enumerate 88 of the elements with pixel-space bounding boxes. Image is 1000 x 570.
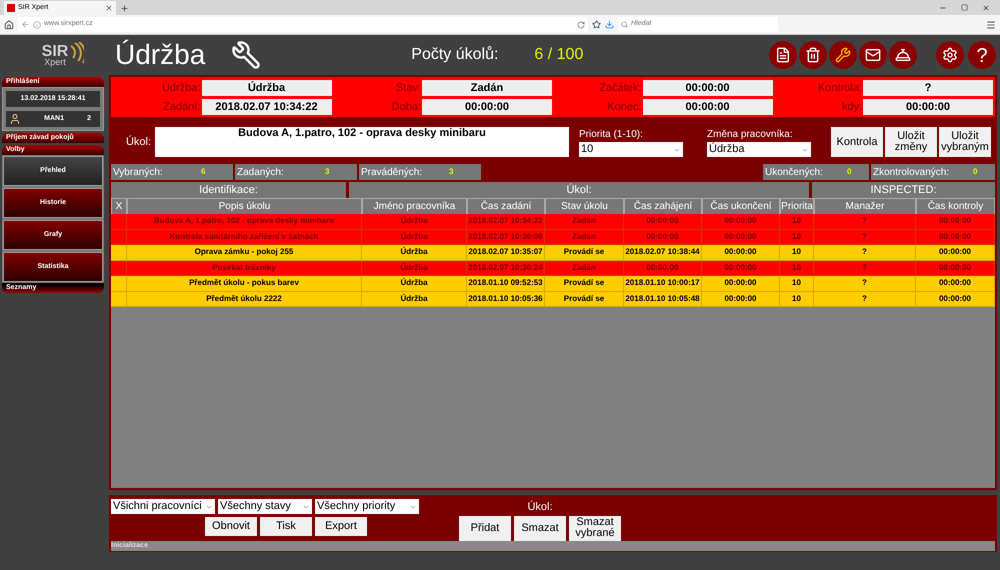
filter-select[interactable]: Všechny priority: [315, 499, 419, 514]
table-row[interactable]: Předmět úkolu - pokus barev Údržba 2018.01.10 09:52:53 Provádí se 2018.01.10 10:00:17 00:00:00 10 ? 00:00:00: [111, 276, 995, 292]
help-button[interactable]: ?: [968, 41, 996, 69]
filter-select[interactable]: Všichni pracovníci: [111, 499, 215, 514]
field-label: Doba:: [392, 100, 421, 114]
settings-button[interactable]: [936, 41, 964, 69]
action-button[interactable]: Tisk: [260, 517, 312, 536]
action-button[interactable]: Export: [315, 517, 367, 536]
action-button[interactable]: Přidat: [459, 516, 511, 540]
table-cell: 00:00:00: [702, 292, 780, 307]
table-cell: 2018.01.10 10:05:48: [624, 292, 702, 307]
worker-select[interactable]: Údržba: [707, 142, 811, 157]
nav-button[interactable]: [829, 41, 857, 69]
document-icon: [775, 47, 791, 63]
table-cell: 10: [780, 292, 814, 307]
nav-button[interactable]: [799, 41, 827, 69]
maximize-icon[interactable]: [961, 4, 968, 11]
field-value: 00:00:00: [642, 98, 772, 115]
signal-arcs-icon: [70, 42, 84, 64]
table-cell: Údržba: [362, 292, 467, 307]
table-cell: 00:00:00: [916, 292, 995, 307]
field-value: 00:00:00: [422, 98, 552, 115]
count-box: Zkontrolovaných: 0: [871, 164, 995, 180]
bin-icon: [805, 47, 821, 63]
table-cell: 2018.01.10 10:05:36: [467, 292, 545, 307]
search-icon: [621, 21, 628, 28]
table-row[interactable]: Předmět úkolu 2222 Údržba 2018.01.10 10:05:36 Provádí se 2018.01.10 10:05:48 00:00:00 10 ? 00:00:00: [111, 292, 995, 307]
logo: SIR Xpert: [42, 44, 68, 66]
field-value: Zadán: [422, 80, 552, 96]
menu-icon[interactable]: [986, 20, 996, 30]
column-group-header: Úkol:: [349, 182, 809, 198]
counts-label: Počty úkolů:: [411, 45, 498, 65]
table-cell: ?: [814, 292, 916, 307]
worker-label: Změna pracovníka:: [707, 128, 794, 142]
count-box: Praváděných: 3: [359, 164, 481, 180]
field-label: Stav:: [396, 81, 421, 96]
count-box: Vybraných: 6: [111, 164, 233, 180]
field-value: 2018.02.07 10:34:22: [202, 98, 332, 115]
action-button[interactable]: Kontrola: [831, 127, 883, 157]
wrench-icon: [231, 40, 262, 70]
action-button[interactable]: Smazat vybrané: [569, 516, 621, 540]
task-label: Úkol:: [124, 134, 151, 150]
field-label: Kontrola:: [818, 81, 862, 96]
count-box: Ukončených: 0: [763, 164, 869, 180]
field-label: Zadání:: [163, 100, 200, 114]
info-icon: [33, 20, 41, 28]
table-cell: Předmět úkolu 2222: [127, 292, 362, 307]
task-field[interactable]: Budova A, 1.patro, 102 - oprava desky minibaru: [155, 127, 569, 157]
bell-icon: [895, 47, 911, 63]
download-icon[interactable]: [605, 20, 614, 29]
counts-value: 6 / 100: [534, 45, 584, 65]
priority-select[interactable]: 10: [579, 142, 683, 157]
table-cell: Provádí se: [545, 292, 624, 307]
page-title: Údržba: [115, 38, 206, 72]
filter-select[interactable]: Všechny stavy: [218, 499, 312, 514]
field-label: Začátek:: [599, 81, 642, 96]
field-value: 00:00:00: [863, 98, 993, 115]
field-value: 00:00:00: [642, 80, 772, 96]
field-label: Konec:: [607, 100, 642, 114]
close-icon[interactable]: [982, 4, 990, 12]
task-label: Úkol:: [527, 500, 553, 515]
settings-icon: [942, 47, 958, 63]
app-logo-icon: [7, 4, 15, 12]
home-icon[interactable]: [4, 20, 14, 30]
count-box: Zadaných: 3: [235, 164, 357, 180]
wrench-icon: [835, 47, 851, 63]
action-button[interactable]: Obnovit: [205, 517, 257, 536]
bookmark-icon[interactable]: [592, 20, 601, 29]
action-button[interactable]: Uložit vybraným: [939, 127, 991, 157]
field-label: kdy:: [842, 100, 862, 114]
column-group-header: INSPECTED:: [812, 182, 995, 198]
reload-icon[interactable]: [577, 20, 585, 28]
table-cell: [111, 292, 127, 307]
nav-button[interactable]: [859, 41, 887, 69]
envelope-icon: [865, 47, 881, 63]
priority-label: Priorita (1-10):: [579, 128, 644, 142]
action-button[interactable]: Smazat: [514, 516, 566, 540]
new-tab-icon[interactable]: [120, 4, 129, 13]
field-value: Údržba: [202, 80, 332, 96]
nav-button[interactable]: [889, 41, 917, 69]
column-group-header: Identifikace:: [111, 182, 346, 198]
field-value: ?: [863, 80, 993, 96]
table-row[interactable]: Oprava zámku - pokoj 255 Údržba 2018.02.07 10:35:07 Provádí se 2018.02.07 10:38:44 00:00:00 10 ? 00:00:00: [111, 245, 995, 260]
action-button[interactable]: Uložit změny: [885, 127, 937, 157]
user-icon: [9, 113, 21, 125]
field-label: Údržba:: [162, 80, 200, 96]
close-icon[interactable]: [105, 4, 113, 12]
nav-button[interactable]: [769, 41, 797, 69]
